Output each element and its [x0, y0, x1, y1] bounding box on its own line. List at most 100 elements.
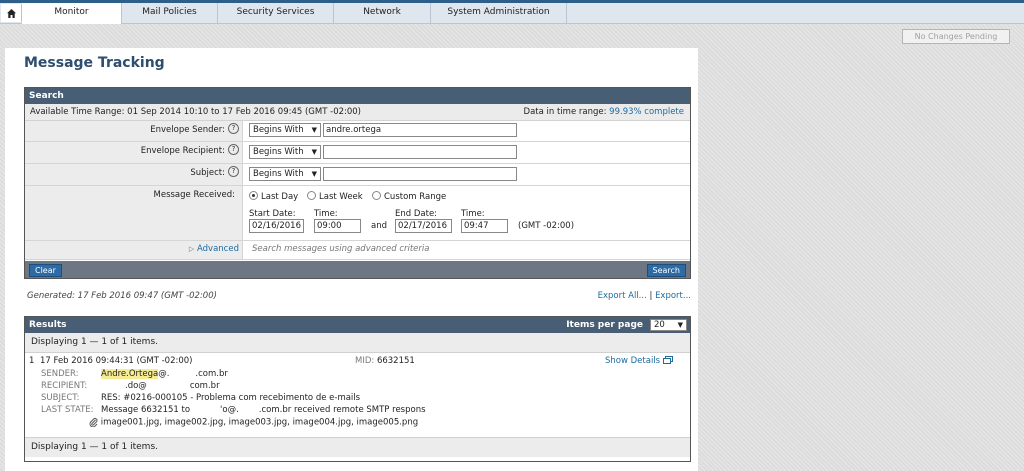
- clear-button[interactable]: Clear: [29, 264, 62, 277]
- radio-last-week[interactable]: Last Week: [307, 191, 363, 202]
- paperclip-icon: [89, 418, 98, 428]
- mid-value: 6632151: [376, 356, 415, 366]
- attachments: image001.jpg, image002.jpg, image003.jpg…: [89, 417, 418, 428]
- and-label: and: [371, 221, 387, 231]
- radio-last-day-label: Last Day: [261, 192, 299, 202]
- envelope-sender-label: Envelope Sender:: [150, 125, 225, 135]
- last-state-value: Message 6632151 to 'o@. .com.br received r…: [101, 405, 426, 415]
- advanced-toggle[interactable]: ▷ Advanced: [25, 241, 243, 259]
- last-state-label: LAST STATE:: [41, 405, 94, 415]
- home-button[interactable]: [1, 4, 22, 22]
- export-link[interactable]: Export...: [655, 291, 691, 301]
- tab-monitor[interactable]: Monitor: [22, 3, 122, 24]
- result-row: 1 17 Feb 2016 09:44:31 (GMT -02:00) MID:…: [25, 353, 690, 437]
- results-title: Results: [29, 320, 67, 330]
- search-button[interactable]: Search: [646, 264, 686, 277]
- export-links: Export All... | Export...: [598, 291, 691, 301]
- result-index: 1: [29, 356, 35, 366]
- tab-mail-policies[interactable]: Mail Policies: [122, 3, 218, 23]
- sender-at: @.: [158, 369, 170, 379]
- message-received-label: Message Received:: [153, 190, 236, 200]
- last-state-part-a: Message 6632151 to: [101, 405, 191, 415]
- envelope-recipient-input[interactable]: [323, 145, 517, 159]
- items-per-page-select[interactable]: 20 ▼: [650, 319, 687, 331]
- attachment-list: image001.jpg, image002.jpg, image003.jpg…: [100, 417, 419, 428]
- sender-domain: .com.br: [195, 369, 228, 379]
- main-nav: Monitor Mail Policies Security Services …: [0, 3, 1024, 24]
- radio-last-day[interactable]: Last Day: [249, 191, 299, 202]
- tab-network[interactable]: Network: [334, 3, 431, 23]
- last-state-part-c: .com.br received remote SMTP respons: [258, 405, 426, 415]
- results-header: Results Items per page 20 ▼: [25, 317, 690, 333]
- data-in-range-label: Data in time range:: [523, 107, 607, 117]
- displaying-bottom: Displaying 1 — 1 of 1 items.: [25, 437, 690, 457]
- result-timestamp: 17 Feb 2016 09:44:31 (GMT -02:00): [40, 356, 193, 366]
- start-date-input[interactable]: 02/16/2016: [249, 219, 304, 233]
- tab-system-administration[interactable]: System Administration: [431, 3, 567, 23]
- advanced-hint: Search messages using advanced criteria: [252, 244, 430, 254]
- dropdown-arrow-icon: ▼: [677, 321, 683, 329]
- subject-input[interactable]: [323, 167, 517, 181]
- data-in-range: Data in time range: 99.93% complete: [524, 104, 684, 120]
- envelope-recipient-row: Envelope Recipient:? Begins With ▼: [25, 142, 690, 164]
- home-icon: [6, 8, 16, 18]
- mid-label: MID:: [355, 356, 375, 366]
- dropdown-arrow-icon: ▼: [311, 170, 317, 178]
- help-icon[interactable]: ?: [228, 166, 239, 177]
- start-date-label: Start Date:: [249, 209, 296, 219]
- tab-security-services[interactable]: Security Services: [218, 3, 334, 23]
- subject-label: Subject:: [190, 168, 225, 178]
- expand-triangle-icon: ▷: [188, 245, 195, 253]
- results-box: Results Items per page 20 ▼ Displaying 1 …: [24, 316, 691, 462]
- message-received-row: Message Received: Last Day Last Week Cus…: [25, 186, 690, 241]
- recipient-label: RECIPIENT:: [41, 381, 88, 391]
- advanced-row: ▷ Advanced Search messages using advance…: [25, 241, 690, 260]
- envelope-recipient-label-cell: Envelope Recipient:?: [25, 142, 243, 163]
- start-time-input[interactable]: 09:00: [314, 219, 361, 233]
- sender-label: SENDER:: [41, 369, 79, 379]
- items-per-page-value: 20: [654, 320, 665, 330]
- radio-icon: [372, 191, 381, 200]
- help-icon[interactable]: ?: [228, 144, 239, 155]
- export-separator: |: [649, 291, 653, 301]
- displaying-top: Displaying 1 — 1 of 1 items.: [25, 333, 690, 353]
- end-time-input[interactable]: 09:47: [461, 219, 508, 233]
- recipient-domain: com.br: [189, 381, 220, 391]
- envelope-recipient-operator-select[interactable]: Begins With ▼: [249, 145, 321, 159]
- subject-operator-select[interactable]: Begins With ▼: [249, 167, 321, 181]
- help-icon[interactable]: ?: [228, 123, 239, 134]
- envelope-sender-row: Envelope Sender:? Begins With ▼ andre.ort…: [25, 121, 690, 142]
- envelope-sender-operator-select[interactable]: Begins With ▼: [249, 123, 321, 137]
- radio-custom-range[interactable]: Custom Range: [372, 191, 447, 202]
- no-changes-pending-button[interactable]: No Changes Pending: [902, 29, 1010, 44]
- subject-row: Subject:? Begins With ▼: [25, 164, 690, 186]
- advanced-link[interactable]: Advanced: [197, 244, 239, 254]
- end-time-label: Time:: [461, 209, 485, 219]
- subject-label-cell: Subject:?: [25, 164, 243, 185]
- generated-timestamp: Generated: 17 Feb 2016 09:47 (GMT -02:00…: [27, 291, 217, 301]
- envelope-sender-input[interactable]: andre.ortega: [323, 123, 517, 137]
- available-time-range: Available Time Range: 01 Sep 2014 10:10 …: [30, 107, 362, 117]
- show-details[interactable]: Show Details: [605, 356, 673, 366]
- end-date-label: End Date:: [395, 209, 438, 219]
- radio-custom-range-label: Custom Range: [384, 192, 447, 202]
- sender-name: Andre.Ortega: [101, 369, 159, 379]
- sender-value: Andre.Ortega@. .com.br: [101, 369, 228, 379]
- subject-label-result: SUBJECT:: [41, 393, 80, 403]
- show-details-link[interactable]: Show Details: [605, 356, 660, 366]
- export-all-link[interactable]: Export All...: [598, 291, 647, 301]
- radio-selected-icon: [249, 191, 258, 200]
- items-per-page-label: Items per page: [566, 320, 643, 330]
- message-received-label-cell: Message Received:: [25, 186, 243, 240]
- search-button-bar: Clear Search: [25, 261, 690, 278]
- end-date-input[interactable]: 02/17/2016: [395, 219, 452, 233]
- content-panel: Message Tracking Search Available Time R…: [5, 48, 698, 471]
- last-state-part-b: 'o@.: [220, 405, 239, 415]
- start-time-label: Time:: [314, 209, 338, 219]
- envelope-recipient-operator: Begins With: [253, 147, 304, 157]
- dropdown-arrow-icon: ▼: [311, 126, 317, 134]
- envelope-recipient-label: Envelope Recipient:: [140, 146, 225, 156]
- data-in-range-value[interactable]: 99.93% complete: [609, 107, 684, 117]
- radio-icon: [307, 191, 316, 200]
- dropdown-arrow-icon: ▼: [311, 148, 317, 156]
